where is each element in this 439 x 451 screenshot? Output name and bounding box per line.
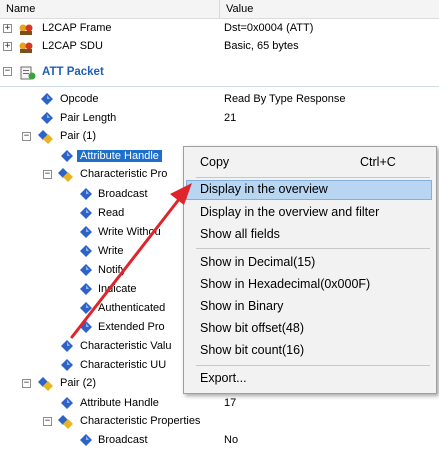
- tree-row-label: Characteristic Properties: [80, 415, 201, 427]
- field-icon: [61, 359, 75, 373]
- collapse-toggle[interactable]: −: [43, 417, 52, 426]
- tree-row-label: Attribute Handle: [77, 150, 162, 162]
- tree-row-label: L2CAP Frame: [42, 22, 112, 34]
- collapse-toggle[interactable]: −: [43, 170, 52, 179]
- column-header: Name Value: [0, 0, 439, 19]
- copy-shortcut: Ctrl+C: [360, 155, 396, 169]
- name-column-header[interactable]: Name: [6, 3, 35, 15]
- group-icon: [58, 415, 73, 429]
- menu-separator: [196, 365, 430, 366]
- tree-row-label: Opcode: [60, 93, 99, 105]
- field-icon: [61, 397, 75, 411]
- tree-row-characteristic-properties-2[interactable]: − Characteristic Properties: [0, 412, 439, 432]
- tree-row-label: Extended Pro: [98, 321, 165, 333]
- group-icon: [38, 130, 53, 144]
- tree-row-value: 21: [224, 112, 237, 124]
- menu-item-show-bit-count[interactable]: Show bit count(16): [186, 341, 432, 361]
- field-icon: [80, 226, 94, 240]
- field-icon: [80, 321, 94, 335]
- tree-row-pair-1[interactable]: − Pair (1): [0, 127, 439, 147]
- tree-row-label: Notify: [98, 264, 127, 276]
- tree-row-label: Pair (2): [60, 377, 97, 389]
- menu-item-export[interactable]: Export...: [186, 369, 432, 389]
- field-icon: [80, 302, 94, 316]
- protocol-icon: [18, 40, 33, 54]
- tree-row-label: Broadcast: [98, 188, 148, 200]
- tree-row-label: Characteristic UU: [80, 359, 167, 371]
- tree-row-l2cap-frame[interactable]: + L2CAP Frame Dst=0x0004 (ATT): [0, 19, 439, 39]
- tree-row-l2cap-sdu[interactable]: + L2CAP SDU Basic, 65 bytes: [0, 37, 439, 57]
- tree-row-label: Pair Length: [60, 112, 117, 124]
- packet-icon: [20, 65, 36, 80]
- tree-row-label: Characteristic Valu: [80, 340, 172, 352]
- collapse-toggle[interactable]: −: [3, 67, 12, 76]
- section-divider: [0, 86, 439, 87]
- field-icon: [61, 340, 75, 354]
- field-icon: [80, 188, 94, 202]
- group-icon: [38, 377, 53, 391]
- tree-row-label: Read: [98, 207, 125, 219]
- tree-row-value: 17: [224, 397, 237, 409]
- tree-row-pair-length[interactable]: Pair Length 21: [0, 109, 439, 129]
- field-icon: [61, 150, 75, 164]
- tree-row-label: Pair (1): [60, 130, 97, 142]
- tree-row-opcode[interactable]: Opcode Read By Type Response: [0, 90, 439, 110]
- field-icon: [41, 93, 55, 107]
- field-icon: [41, 112, 55, 126]
- menu-item-copy[interactable]: Copy Ctrl+C: [186, 153, 432, 173]
- tree-row-att-packet[interactable]: − ATT Packet: [0, 62, 439, 82]
- tree-row-value: Read By Type Response: [224, 93, 346, 105]
- collapse-toggle[interactable]: −: [22, 132, 31, 141]
- tree-row-label: ATT Packet: [42, 66, 104, 78]
- tree-row-label: Broadcast: [98, 434, 148, 446]
- tree-row-value: Dst=0x0004 (ATT): [224, 22, 314, 34]
- tree-row-label: Attribute Handle: [80, 397, 159, 409]
- tree-row-value: No: [224, 434, 239, 446]
- tree-row-label: Indicate: [98, 283, 137, 295]
- expand-toggle[interactable]: +: [3, 24, 12, 33]
- tree-row-label: Characteristic Pro: [80, 168, 168, 180]
- tree-row-broadcast-2[interactable]: Broadcast No: [0, 431, 439, 451]
- tree-row-attribute-handle-2[interactable]: Attribute Handle 17: [0, 394, 439, 414]
- column-separator[interactable]: [219, 0, 220, 18]
- menu-item-show-bit-offset[interactable]: Show bit offset(48): [186, 319, 432, 339]
- menu-item-show-decimal[interactable]: Show in Decimal(15): [186, 253, 432, 273]
- field-icon: [80, 245, 94, 259]
- collapse-toggle[interactable]: −: [22, 379, 31, 388]
- menu-item-show-all-fields[interactable]: Show all fields: [186, 225, 432, 245]
- menu-item-display-overview[interactable]: Display in the overview: [186, 180, 432, 200]
- tree-row-label: Write: [98, 245, 124, 257]
- field-icon: [80, 264, 94, 278]
- menu-item-show-hex[interactable]: Show in Hexadecimal(0x000F): [186, 275, 432, 295]
- expand-toggle[interactable]: +: [3, 42, 12, 51]
- menu-separator: [196, 248, 430, 249]
- group-icon: [58, 168, 73, 182]
- menu-item-display-overview-filter[interactable]: Display in the overview and filter: [186, 203, 432, 223]
- protocol-icon: [18, 22, 33, 36]
- tree-row-value: Basic, 65 bytes: [224, 40, 299, 52]
- field-icon: [80, 207, 94, 221]
- field-icon: [80, 283, 94, 297]
- tree-row-label: L2CAP SDU: [42, 40, 103, 52]
- field-icon: [80, 434, 94, 448]
- menu-item-show-binary[interactable]: Show in Binary: [186, 297, 432, 317]
- menu-separator: [196, 177, 430, 178]
- value-column-header[interactable]: Value: [226, 3, 253, 15]
- tree-row-label: Authenticated: [98, 302, 166, 314]
- tree-row-label: Write Withou: [98, 226, 161, 238]
- context-menu: Copy Ctrl+C Display in the overview Disp…: [183, 146, 437, 394]
